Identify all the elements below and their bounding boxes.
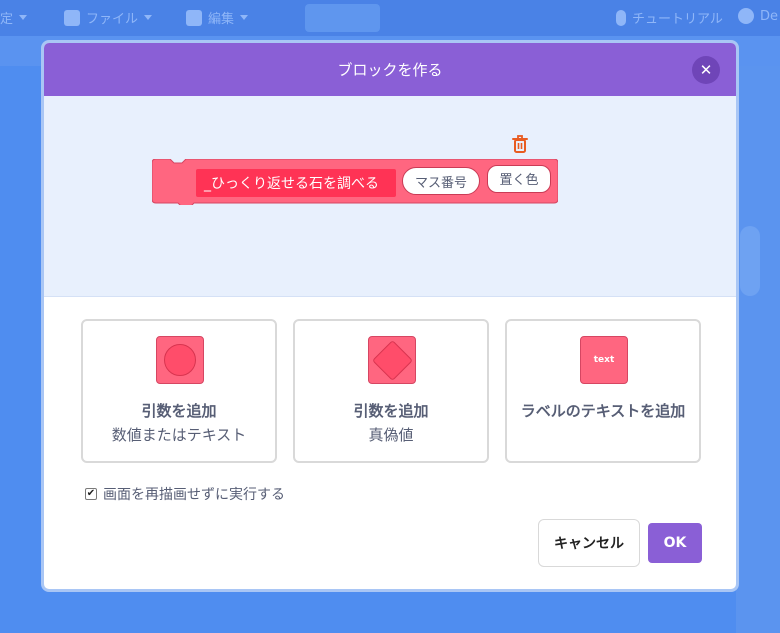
bg-menu-settings: 定 xyxy=(0,8,28,27)
background-scrollbar xyxy=(740,226,760,296)
bg-share-pill xyxy=(305,4,380,32)
option-title: ラベルのテキストを追加 xyxy=(520,402,686,420)
chevron-down-icon xyxy=(240,15,249,20)
run-without-refresh-row[interactable]: ✔ 画面を再描画せずに実行する xyxy=(85,484,285,504)
add-input-boolean-button[interactable]: 引数を追加 真偽値 xyxy=(293,319,489,463)
dialog-title: ブロックを作る xyxy=(337,61,443,79)
tutorial-icon xyxy=(616,9,626,26)
diamond-shape xyxy=(371,339,414,382)
label-text-icon: text xyxy=(580,336,628,384)
run-without-refresh-checkbox[interactable]: ✔ xyxy=(85,488,97,500)
chevron-down-icon xyxy=(19,15,28,20)
block-preview-area: _ひっくり返せる石を調べる マス番号 置く色 xyxy=(44,96,736,297)
bg-menu-edit-label: 編集 xyxy=(208,12,235,27)
option-title: 引数を追加 xyxy=(141,402,217,420)
custom-block-preview: _ひっくり返せる石を調べる マス番号 置く色 xyxy=(152,159,558,205)
ok-button[interactable]: OK xyxy=(648,523,702,563)
background-right-panel xyxy=(736,66,780,633)
bg-menu-tutorial-label: チュートリアル xyxy=(632,12,723,27)
bg-menu-debug: De xyxy=(738,8,778,24)
option-subtitle: 数値またはテキスト xyxy=(111,426,247,444)
bg-menu-file-label: ファイル xyxy=(86,12,139,27)
file-icon xyxy=(64,9,80,26)
cancel-button[interactable]: キャンセル xyxy=(538,519,640,567)
label-text-icon-caption: text xyxy=(593,355,615,365)
close-button[interactable]: ✕ xyxy=(692,56,720,84)
trash-icon[interactable] xyxy=(510,134,530,154)
chevron-down-icon xyxy=(144,15,153,20)
run-without-refresh-label: 画面を再描画せずに実行する xyxy=(103,487,285,503)
boolean-input-icon xyxy=(368,336,416,384)
bg-menu-tutorial: チュートリアル xyxy=(616,8,723,27)
bg-menu-settings-label: 定 xyxy=(0,12,14,27)
number-text-input-icon xyxy=(156,336,204,384)
bg-menu-file: ファイル xyxy=(64,8,153,27)
close-icon: ✕ xyxy=(699,61,713,79)
block-label-field[interactable]: _ひっくり返せる石を調べる xyxy=(196,169,396,197)
edit-icon xyxy=(186,9,202,26)
dialog-header: ブロックを作る ✕ xyxy=(44,43,736,96)
block-argument-number[interactable]: マス番号 xyxy=(402,167,480,195)
background-menubar: 定 ファイル 編集 チュートリアル De xyxy=(0,0,780,36)
bg-menu-edit: 編集 xyxy=(186,8,249,27)
add-input-number-text-button[interactable]: 引数を追加 数値またはテキスト xyxy=(81,319,277,463)
bg-menu-debug-label: De xyxy=(760,8,779,24)
option-title: 引数を追加 xyxy=(353,402,429,420)
oval-shape xyxy=(164,344,196,376)
add-label-text-button[interactable]: text ラベルのテキストを追加 xyxy=(505,319,701,463)
block-argument-color[interactable]: 置く色 xyxy=(487,165,551,193)
debug-icon xyxy=(738,8,754,24)
make-block-dialog: ブロックを作る ✕ _ひっくり返せる石を調べる マス番号 置く色 引数を追加 数… xyxy=(41,40,739,592)
option-subtitle: 真偽値 xyxy=(368,426,414,444)
